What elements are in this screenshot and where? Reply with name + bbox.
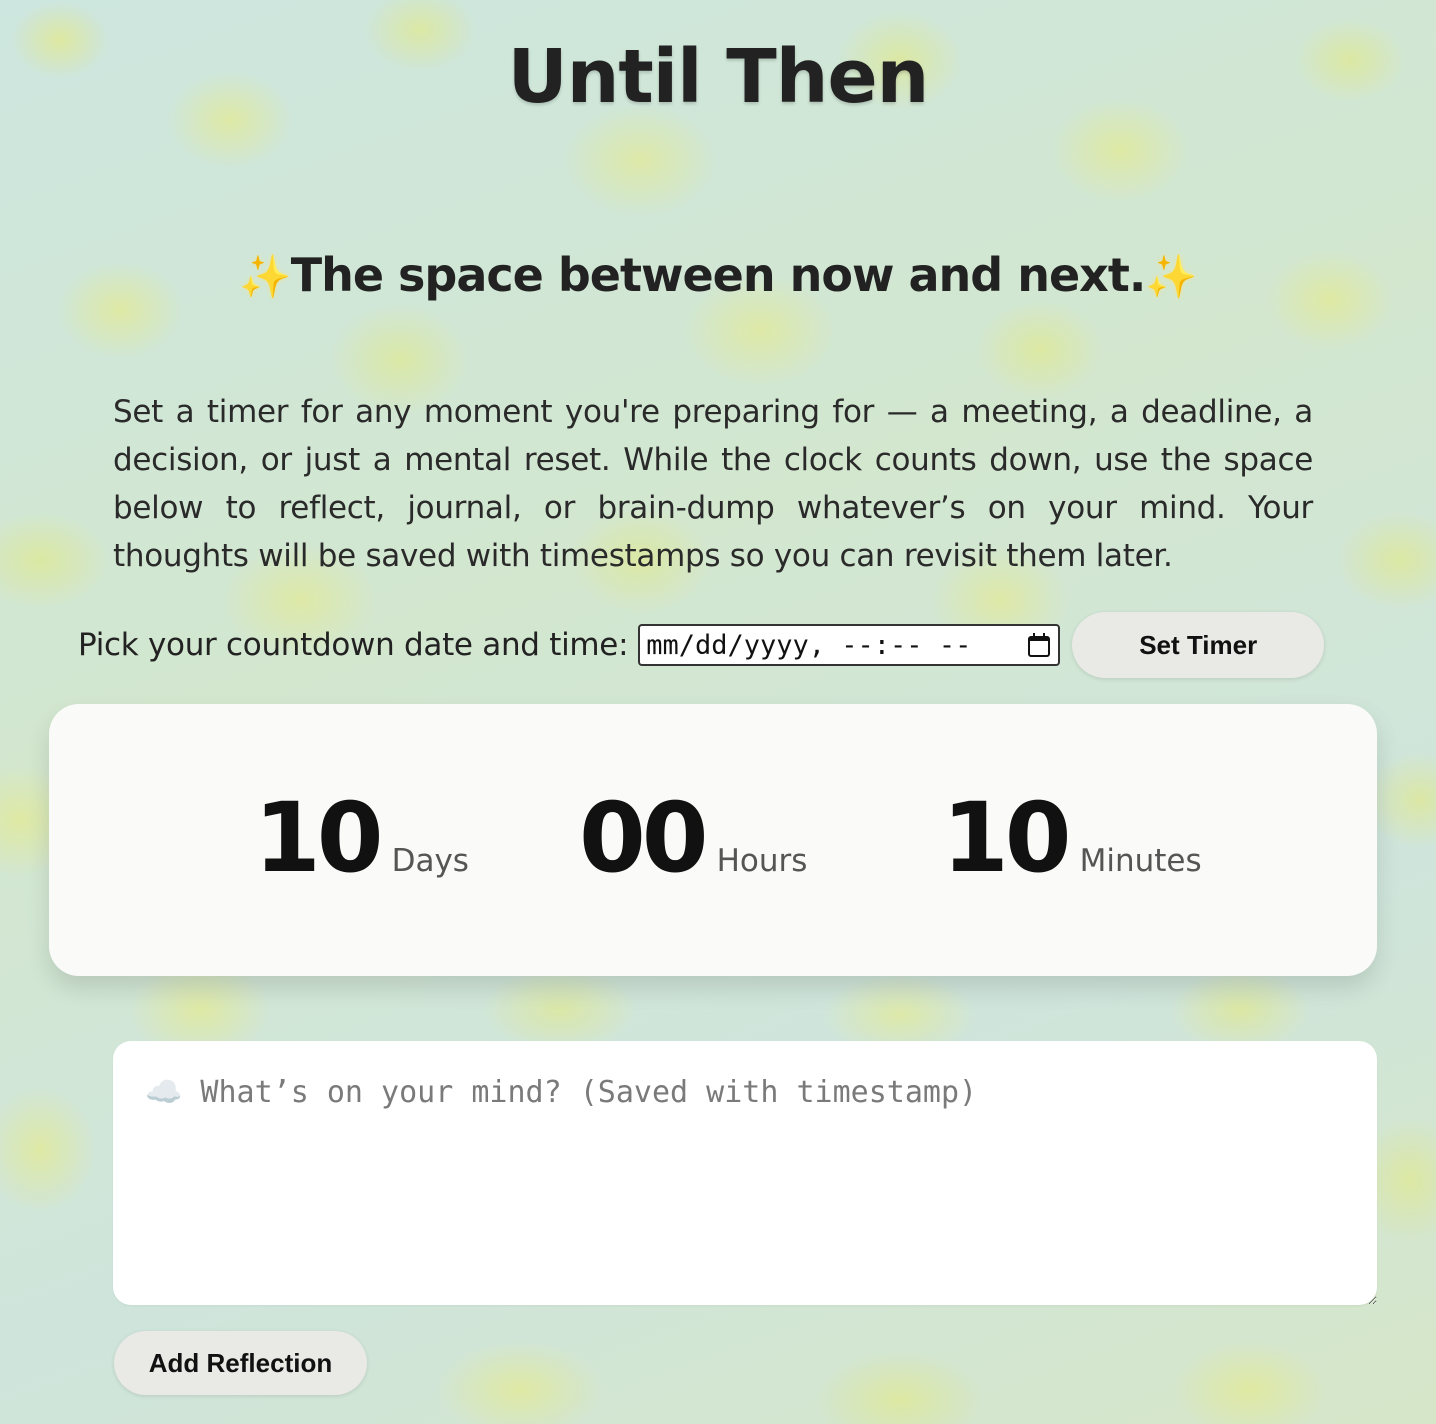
intro-description: Set a timer for any moment you're prepar…	[113, 394, 1313, 574]
hours-value: 00	[579, 782, 709, 894]
countdown-card: 10 Days 00 Hours 10 Minutes	[49, 704, 1377, 976]
set-timer-button[interactable]: Set Timer	[1072, 612, 1325, 678]
page-subtitle: ✨The space between now and next.✨	[0, 248, 1436, 302]
calendar-icon[interactable]	[1028, 633, 1051, 657]
page: Until Then ✨The space between now and ne…	[0, 0, 1436, 1424]
days-value: 10	[254, 782, 384, 894]
subtitle-text: The space between now and next.	[290, 248, 1147, 302]
countdown-hours: 00 Hours	[579, 790, 807, 886]
datetime-input[interactable]: mm/dd/yyyy, --:-- --	[638, 624, 1061, 666]
minutes-label: Minutes	[1079, 843, 1202, 879]
countdown-picker-label: Pick your countdown date and time:	[78, 627, 629, 663]
countdown-picker-row: Pick your countdown date and time: mm/dd…	[78, 612, 1325, 678]
add-reflection-button[interactable]: Add Reflection	[114, 1331, 367, 1395]
datetime-input-placeholder: mm/dd/yyyy, --:-- --	[646, 629, 972, 661]
minutes-value: 10	[942, 782, 1072, 894]
sparkle-icon: ✨	[239, 252, 291, 301]
sparkle-icon: ✨	[1145, 252, 1197, 301]
days-label: Days	[391, 843, 469, 879]
reflection-textarea[interactable]	[113, 1041, 1377, 1305]
hours-label: Hours	[716, 843, 808, 879]
countdown-minutes: 10 Minutes	[942, 790, 1202, 886]
countdown-days: 10 Days	[254, 790, 469, 886]
page-title: Until Then	[507, 34, 930, 120]
